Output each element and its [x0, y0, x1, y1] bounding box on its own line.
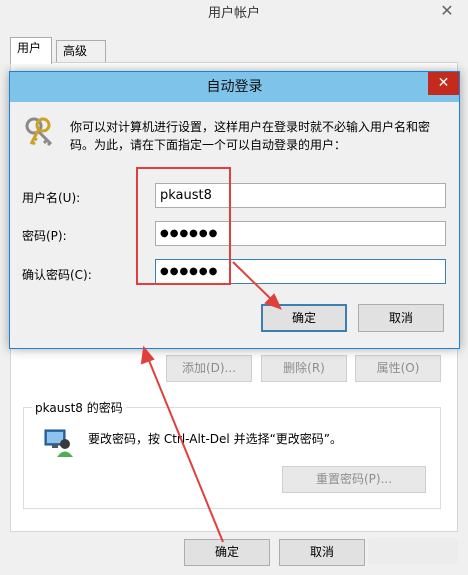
- arrow-head-dialog-edge: [140, 345, 155, 365]
- tab-users[interactable]: 用户: [10, 37, 52, 64]
- arrow-to-dialog-edge: [147, 357, 224, 543]
- arrow-to-dialog-ok: [232, 261, 275, 303]
- annotation-arrows: [140, 261, 282, 543]
